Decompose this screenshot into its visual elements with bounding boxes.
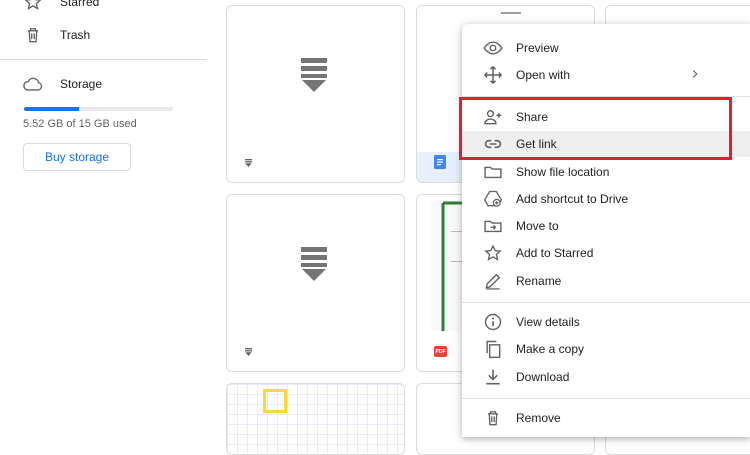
menu-item-label: Open with	[516, 68, 571, 82]
menu-item-view-details[interactable]: View details	[462, 309, 750, 335]
download-icon	[483, 367, 503, 387]
menu-item-add-shortcut[interactable]: Add shortcut to Drive	[462, 186, 750, 212]
sidebar-item-label: Storage	[60, 77, 103, 91]
move-arrows-icon	[483, 65, 503, 85]
menu-separator	[462, 96, 750, 97]
generic-file-icon	[301, 58, 327, 92]
buy-storage-button[interactable]: Buy storage	[23, 143, 131, 171]
trash-icon	[483, 408, 503, 428]
menu-item-get-link[interactable]: Get link	[462, 131, 750, 157]
menu-item-show-file-location[interactable]: Show file location	[462, 159, 750, 185]
menu-item-label: Show file location	[516, 165, 610, 179]
sidebar-divider	[0, 59, 206, 60]
folder-icon	[483, 162, 503, 182]
generic-file-icon	[301, 247, 327, 281]
menu-item-remove[interactable]: Remove	[462, 405, 750, 431]
file-type-icon	[245, 159, 252, 168]
file-card[interactable]	[226, 194, 405, 372]
menu-item-label: Remove	[516, 411, 561, 425]
menu-item-add-to-starred[interactable]: Add to Starred	[462, 240, 750, 266]
menu-item-label: Get link	[516, 137, 557, 151]
star-icon	[22, 0, 44, 13]
menu-item-label: Rename	[516, 274, 562, 288]
sidebar-item-starred[interactable]: Starred	[22, 0, 99, 14]
menu-item-rename[interactable]: Rename	[462, 268, 750, 294]
menu-item-make-a-copy[interactable]: Make a copy	[462, 336, 750, 362]
sidebar-item-label: Trash	[60, 28, 91, 42]
storage-progress-fill	[24, 107, 79, 111]
storage-progress-bar	[24, 107, 173, 111]
pdf-icon: PDF	[434, 346, 447, 357]
person-add-icon	[483, 107, 503, 127]
chevron-right-icon	[688, 67, 702, 81]
menu-item-label: Share	[516, 110, 549, 124]
menu-item-download[interactable]: Download	[462, 364, 750, 390]
menu-item-share[interactable]: Share	[462, 104, 750, 130]
copy-icon	[483, 339, 503, 359]
file-card-sheet[interactable]	[226, 383, 405, 455]
sidebar-item-label: Starred	[60, 0, 100, 9]
cloud-icon	[22, 73, 44, 95]
context-menu: Preview Open with Share Get link Show fi…	[462, 24, 750, 437]
doc-thumbnail	[487, 10, 547, 18]
sheet-thumbnail	[263, 389, 287, 413]
menu-item-label: Move to	[516, 219, 559, 233]
eye-icon	[483, 38, 503, 58]
menu-separator	[462, 398, 750, 399]
menu-item-label: Add to Starred	[516, 246, 594, 260]
sidebar-item-storage[interactable]: Storage	[22, 72, 102, 96]
sidebar: Starred Trash Storage 5.52 GB of 15 GB u…	[0, 0, 210, 437]
menu-item-open-with[interactable]: Open with	[462, 62, 750, 88]
storage-used-text: 5.52 GB of 15 GB used	[23, 118, 137, 130]
pencil-icon	[483, 271, 503, 291]
menu-item-label: Make a copy	[516, 342, 585, 356]
sidebar-item-trash[interactable]: Trash	[22, 23, 90, 47]
menu-item-move-to[interactable]: Move to	[462, 213, 750, 239]
menu-item-label: Preview	[516, 41, 559, 55]
link-icon	[483, 134, 503, 154]
menu-item-label: Download	[516, 370, 570, 384]
info-icon	[483, 312, 503, 332]
file-card[interactable]	[226, 5, 405, 183]
trash-icon	[22, 24, 44, 46]
file-type-icon	[245, 348, 252, 357]
move-to-folder-icon	[483, 216, 503, 236]
menu-separator	[462, 302, 750, 303]
menu-item-label: View details	[516, 315, 580, 329]
menu-item-label: Add shortcut to Drive	[516, 192, 629, 206]
star-icon	[483, 243, 503, 263]
google-docs-icon	[434, 155, 446, 169]
menu-item-preview[interactable]: Preview	[462, 35, 750, 61]
drive-shortcut-icon	[483, 189, 503, 209]
